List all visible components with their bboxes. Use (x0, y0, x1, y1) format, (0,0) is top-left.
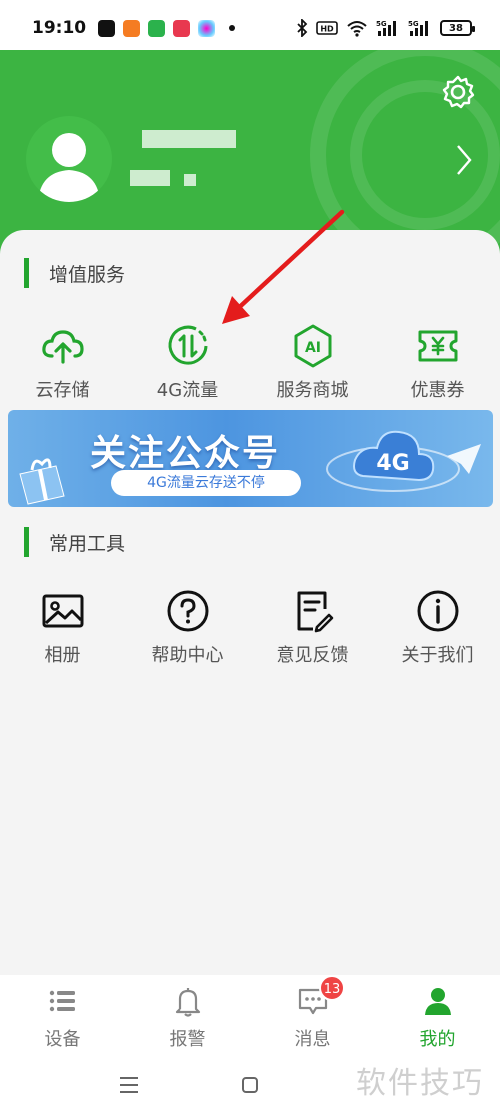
value-added-section-title: 增值服务 (24, 258, 125, 288)
section-title-text: 常用工具 (49, 532, 126, 555)
tiktok-app-icon (98, 19, 116, 37)
album-button[interactable]: 相册 (0, 587, 125, 667)
info-icon (417, 590, 458, 632)
red-pointer-arrow (222, 209, 345, 324)
green-app-icon (148, 19, 166, 37)
tab-mine[interactable]: 我的 (375, 975, 500, 1055)
cloud-upload-icon (41, 330, 84, 364)
tab-devices[interactable]: 设备 (0, 975, 125, 1055)
banner-title: 关注公众号 (90, 433, 281, 474)
ai-store-icon: AI (294, 324, 331, 368)
feedback-icon (297, 591, 333, 633)
4g-data-button[interactable]: 4G流量 (125, 322, 250, 402)
signal-5g-icon: 5G (376, 20, 396, 36)
cloud-storage-button[interactable]: 云存储 (0, 322, 125, 402)
coupon-label: 优惠券 (410, 380, 465, 401)
tab-alarms[interactable]: 报警 (125, 975, 250, 1055)
svg-text:5G: 5G (376, 20, 387, 28)
coupon-button[interactable]: 优惠券 (375, 322, 500, 402)
tab-mine-label: 我的 (419, 1029, 456, 1050)
cloud-storage-label: 云存储 (35, 380, 90, 401)
hd-icon: HD (316, 21, 338, 35)
tab-messages[interactable]: 13 消息 (250, 975, 375, 1055)
section-title-text: 增值服务 (49, 263, 126, 286)
feedback-button[interactable]: 意见反馈 (250, 587, 375, 667)
tools-grid: 相册 帮助中心 意见反馈 关于我们 (0, 587, 500, 667)
section-accent-bar (24, 258, 29, 288)
banner-subtitle: 4G流量云存送不停 (111, 470, 301, 496)
battery-level: 38 (449, 22, 463, 34)
profile-icon (424, 988, 451, 1015)
follow-official-account-banner[interactable]: 关注公众号 4G流量云存送不停 4G (8, 410, 493, 507)
help-center-button[interactable]: 帮助中心 (125, 587, 250, 667)
device-list-icon (49, 990, 75, 1012)
value-added-grid: 云存储 4G流量 AI 服务商城 优惠券 (0, 322, 500, 402)
about-us-label: 关于我们 (401, 645, 474, 666)
tools-section-title: 常用工具 (24, 527, 125, 557)
red-video-app-icon (173, 19, 191, 37)
about-us-button[interactable]: 关于我们 (375, 587, 500, 667)
settings-gear-icon[interactable] (438, 72, 478, 112)
4g-data-label: 4G流量 (156, 380, 219, 401)
orange-app-icon (123, 19, 141, 37)
avatar[interactable] (26, 116, 112, 202)
album-label: 相册 (44, 645, 81, 666)
feedback-label: 意见反馈 (276, 645, 349, 666)
tab-alarms-label: 报警 (169, 1029, 206, 1050)
recent-apps-button[interactable] (120, 1077, 138, 1098)
battery-icon: 38 (440, 20, 475, 36)
username-masked (142, 130, 236, 148)
svg-text:HD: HD (320, 25, 334, 34)
bluetooth-icon (297, 19, 308, 37)
unread-count-badge: 13 (319, 975, 345, 1001)
wifi-icon (347, 21, 367, 37)
service-store-button[interactable]: AI 服务商城 (250, 322, 375, 402)
service-store-label: 服务商城 (276, 380, 349, 401)
notification-dot (229, 25, 236, 31)
signal-5g-icon-2: 5G (408, 20, 428, 36)
default-avatar-icon (38, 133, 100, 202)
user-id-masked-2 (184, 174, 196, 186)
colorful-app-icon (198, 19, 216, 37)
coupon-icon (418, 330, 457, 362)
tab-messages-label: 消息 (294, 1029, 331, 1050)
svg-text:AI: AI (304, 340, 320, 356)
status-bar: 19:10 HD 5G 5G 38 (0, 0, 500, 56)
banner-4g-badge: 4G (376, 451, 409, 476)
status-time: 19:10 (32, 18, 87, 38)
data-traffic-icon (168, 325, 207, 365)
tab-devices-label: 设备 (44, 1029, 81, 1050)
album-icon (42, 594, 83, 628)
watermark-text: 软件技巧 (356, 1066, 484, 1101)
chevron-right-icon[interactable] (452, 142, 476, 178)
bell-icon (175, 988, 200, 1017)
bottom-tab-bar: 设备 报警 13 消息 我的 (0, 975, 500, 1055)
help-center-label: 帮助中心 (151, 645, 224, 666)
help-icon (167, 590, 208, 632)
4g-cloud-icon: 4G (326, 430, 481, 492)
section-accent-bar (24, 527, 29, 557)
user-id-masked (130, 170, 170, 186)
svg-text:5G: 5G (408, 20, 419, 28)
gift-box-icon (19, 458, 65, 505)
home-button[interactable] (242, 1077, 258, 1093)
